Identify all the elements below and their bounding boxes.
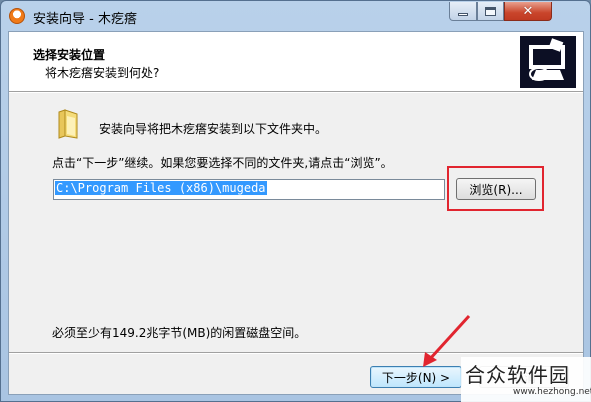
page-subtitle: 将木疙瘩安装到何处? <box>45 66 160 80</box>
instruction-text: 点击“下一步”继续。如果您要选择不同的文件夹,请点击“浏览”。 <box>52 156 393 170</box>
maximize-icon <box>485 6 496 16</box>
window-title: 安装向导 - 木疙瘩 <box>33 12 137 27</box>
close-icon: ✕ <box>522 3 534 19</box>
header-divider <box>9 91 583 93</box>
disk-space-requirement: 必须至少有149.2兆字节(MB)的闲置磁盘空间。 <box>52 326 307 340</box>
intro-text: 安装向导将把木疙瘩安装到以下文件夹中。 <box>99 122 328 136</box>
maximize-button[interactable] <box>477 2 504 21</box>
installer-window: 安装向导 - 木疙瘩 ✕ 选择安装位置 将木疙瘩安装到何处? 安装向导将把木疙瘩… <box>0 0 591 402</box>
page-title: 选择安装位置 <box>33 48 106 62</box>
site-watermark-url: www.hezhong.net <box>513 387 591 397</box>
title-bar[interactable]: 安装向导 - 木疙瘩 ✕ <box>1 1 590 31</box>
install-path-value: C:\Program Files (x86)\mugeda <box>55 181 267 195</box>
wizard-client-area: 选择安装位置 将木疙瘩安装到何处? 安装向导将把木疙瘩安装到以下文件夹中。 点击… <box>8 31 584 395</box>
close-button[interactable]: ✕ <box>504 2 552 21</box>
minimize-button[interactable] <box>449 2 477 21</box>
app-icon <box>9 8 25 24</box>
wizard-header: 选择安装位置 将木疙瘩安装到何处? <box>9 32 583 91</box>
site-watermark-name: 合众软件园 <box>465 363 570 387</box>
installer-logo-icon <box>520 36 576 88</box>
footer-divider <box>9 352 583 354</box>
folder-icon <box>53 108 85 140</box>
browse-button[interactable]: 浏览(R)... <box>456 178 536 200</box>
install-path-input[interactable]: C:\Program Files (x86)\mugeda <box>53 179 445 200</box>
site-watermark: 合众软件园 www.hezhong.net <box>461 357 591 402</box>
minimize-icon <box>458 12 468 16</box>
